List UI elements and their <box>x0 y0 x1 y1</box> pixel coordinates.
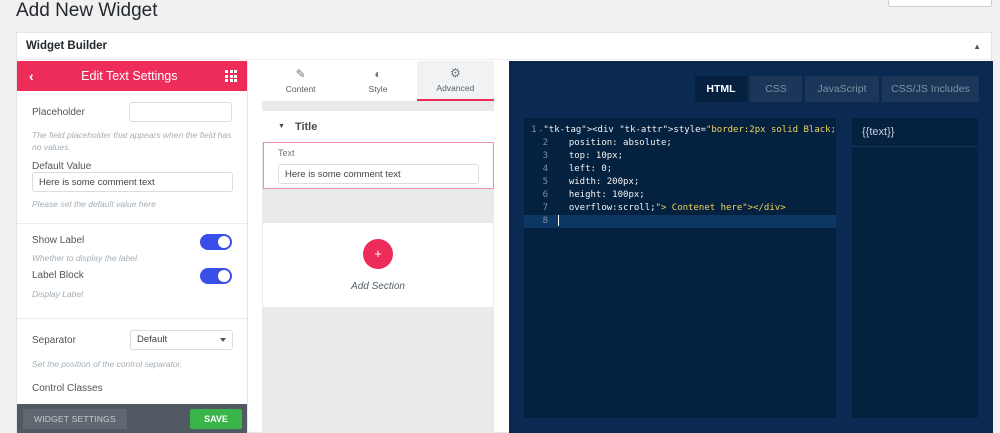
settings-footer: WIDGET SETTINGS SAVE <box>17 404 247 433</box>
gutter-spacer <box>548 202 558 215</box>
separator-control: Separator Default Set the position of th… <box>17 319 247 379</box>
text-control: Text Here is some comment text <box>263 142 494 189</box>
separator-selected: Default <box>137 334 168 345</box>
tab-css-js-includes[interactable]: CSS/JS Includes <box>882 76 979 102</box>
control-classes-control: Control Classes <box>17 379 247 394</box>
text-control-label: Text <box>278 148 295 158</box>
show-label-control: Show Label Whether to display the label. <box>17 224 247 270</box>
code-line[interactable]: 8 <box>524 215 836 228</box>
code-text: overflow:scroll;"> Contenet here"></div> <box>558 203 786 213</box>
chevron-down-icon <box>220 338 226 342</box>
preview-panel: ✎ Content ◐ Style ⚙ Advanced ▼ Title Tex… <box>262 61 494 433</box>
pencil-icon: ✎ <box>295 67 306 81</box>
panel-tabs: ✎ Content ◐ Style ⚙ Advanced <box>262 61 494 102</box>
line-number: 3 <box>542 151 548 161</box>
code-text: height: 100px; <box>558 190 645 200</box>
separator-description: Set the position of the control separato… <box>32 359 183 369</box>
tab-javascript[interactable]: JavaScript <box>805 76 879 102</box>
line-number: 6 <box>542 190 548 200</box>
section-title: Title <box>294 120 318 133</box>
widget-settings-button[interactable]: WIDGET SETTINGS <box>23 409 127 429</box>
show-label-toggle[interactable] <box>200 234 232 250</box>
code-text <box>558 215 559 228</box>
widget-builder-card: Widget Builder ▲ ‹ Edit Text Settings Pl… <box>16 32 993 433</box>
code-line[interactable]: 4 left: 0; <box>524 163 836 176</box>
gutter-spacer <box>548 150 558 163</box>
separator-select[interactable]: Default <box>130 330 233 350</box>
caret-down-icon: ▼ <box>278 123 285 130</box>
default-value-label: Default Value <box>32 161 92 172</box>
line-number: 4 <box>542 164 548 174</box>
text-cursor <box>558 215 559 226</box>
section-title-toggle[interactable]: ▼ Title <box>262 111 494 142</box>
grid-menu-icon[interactable] <box>225 70 237 82</box>
add-section-button[interactable]: + <box>363 238 393 269</box>
settings-panel: ‹ Edit Text Settings Placeholder The fie… <box>17 61 248 433</box>
tab-style-label: Style <box>368 84 388 94</box>
code-panel: HTML CSS JavaScript CSS/JS Includes 1- "t… <box>509 61 993 433</box>
label-block-toggle[interactable] <box>200 268 232 284</box>
placeholder-description: The field placeholder that appears when … <box>32 130 232 152</box>
collapse-icon[interactable]: ▲ <box>973 42 981 51</box>
code-text: width: 200px; <box>558 177 640 187</box>
control-classes-label: Control Classes <box>32 383 103 394</box>
tab-advanced-label: Advanced <box>436 83 475 93</box>
save-button[interactable]: SAVE <box>190 409 242 429</box>
code-line[interactable]: 7 overflow:scroll;"> Contenet here"></di… <box>524 202 836 215</box>
line-number: 2 <box>542 138 548 148</box>
tab-style[interactable]: ◐ Style <box>339 61 416 101</box>
fold-icon[interactable]: - <box>537 124 544 137</box>
settings-title: Edit Text Settings <box>81 69 178 83</box>
gutter-spacer <box>548 137 558 150</box>
placeholder-input[interactable] <box>129 102 232 122</box>
placeholder-control: Placeholder The field placeholder that a… <box>17 91 247 183</box>
gutter-spacer <box>548 163 558 176</box>
code-editor[interactable]: 1- "tk-tag"><div "tk-attr">style="border:… <box>524 118 836 418</box>
default-value-control: Here is some comment text Please set the… <box>17 172 247 210</box>
code-line[interactable]: 6 height: 100px; <box>524 189 836 202</box>
default-value-input[interactable]: Here is some comment text <box>32 172 233 192</box>
half-circle-icon: ◐ <box>374 67 382 81</box>
label-block-description: Display Label <box>32 289 84 299</box>
gutter-spacer <box>548 176 558 189</box>
tab-content[interactable]: ✎ Content <box>262 61 339 101</box>
add-section-area: + Add Section <box>263 223 493 307</box>
code-tabs: HTML CSS JavaScript CSS/JS Includes <box>695 76 979 102</box>
card-title: Widget Builder <box>26 40 108 52</box>
gutter-spacer <box>548 215 558 228</box>
code-text: top: 10px; <box>558 151 624 161</box>
back-arrow-icon[interactable]: ‹ <box>29 68 34 84</box>
code-text: "tk-tag"><div "tk-attr">style="border:2p… <box>543 125 836 135</box>
card-header[interactable]: Widget Builder ▲ <box>17 33 991 60</box>
page-title: Add New Widget <box>16 0 158 21</box>
gear-icon: ⚙ <box>449 66 461 80</box>
tab-advanced[interactable]: ⚙ Advanced <box>416 61 494 101</box>
text-control-input[interactable]: Here is some comment text <box>278 164 479 184</box>
show-label-description: Whether to display the label. <box>32 253 140 263</box>
default-value-description: Please set the default value here <box>32 199 156 209</box>
line-number: 5 <box>542 177 548 187</box>
gutter-spacer <box>548 189 558 202</box>
line-number: 8 <box>542 216 548 226</box>
placeholder-label: Placeholder <box>32 106 85 118</box>
code-line[interactable]: 2 position: absolute; <box>524 137 836 150</box>
code-line[interactable]: 1- "tk-tag"><div "tk-attr">style="border:… <box>524 124 836 137</box>
tab-content-label: Content <box>285 84 316 94</box>
preview-text: {{text}} <box>852 118 978 147</box>
tab-html[interactable]: HTML <box>695 76 747 102</box>
tab-css[interactable]: CSS <box>750 76 802 102</box>
plus-icon: + <box>374 246 382 261</box>
code-lines[interactable]: 1- "tk-tag"><div "tk-attr">style="border:… <box>524 124 836 228</box>
output-preview: {{text}} <box>852 118 978 418</box>
screen-options-button[interactable] <box>888 0 992 7</box>
settings-header: ‹ Edit Text Settings <box>17 61 247 91</box>
code-text: left: 0; <box>558 164 613 174</box>
add-section-label: Add Section <box>351 280 405 292</box>
code-line[interactable]: 5 width: 200px; <box>524 176 836 189</box>
line-number: 7 <box>542 203 548 213</box>
line-number: 1 <box>531 125 537 135</box>
label-block-control: Label Block Display Label <box>17 268 247 318</box>
code-line[interactable]: 3 top: 10px; <box>524 150 836 163</box>
code-text: position: absolute; <box>558 138 672 148</box>
